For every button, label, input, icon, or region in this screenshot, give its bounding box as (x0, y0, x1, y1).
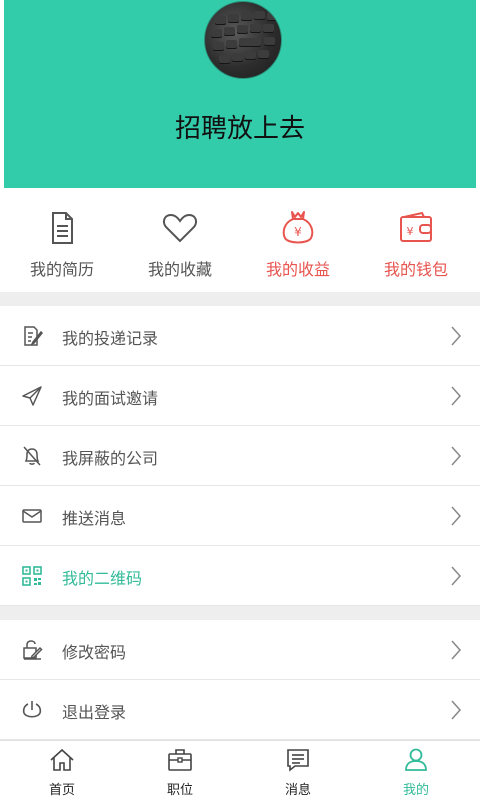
tab-me[interactable]: 我的 (356, 747, 476, 800)
bottom-tab-bar: 首页 职位 消息 我的 (0, 740, 480, 800)
tab-jobs[interactable]: 职位 (120, 747, 240, 800)
money-bag-icon: ¥ (282, 211, 314, 244)
menu-label: 退出登录 (62, 703, 127, 722)
chevron-right-icon (451, 566, 462, 586)
avatar[interactable] (204, 1, 282, 79)
section-divider (0, 292, 480, 306)
message-icon (287, 749, 309, 772)
chevron-right-icon (451, 506, 462, 526)
tab-home[interactable]: 首页 (2, 747, 122, 800)
menu-label: 推送消息 (62, 509, 127, 528)
chevron-right-icon (451, 326, 462, 346)
menu-label: 我屏蔽的公司 (62, 449, 159, 468)
home-icon (50, 748, 74, 771)
bell-off-icon (23, 446, 41, 466)
tab-label: 消息 (284, 783, 311, 798)
mail-icon (22, 509, 42, 523)
wallet-icon: ¥ (400, 211, 432, 242)
menu-qr-code[interactable]: 我的二维码 (0, 546, 480, 606)
edit-lock-icon (23, 640, 43, 660)
menu-logout[interactable]: 退出登录 (0, 680, 480, 740)
send-icon (22, 386, 42, 406)
user-icon (405, 748, 427, 771)
qr-code-icon (22, 566, 42, 586)
menu-interviews[interactable]: 我的面试邀请 (0, 366, 480, 426)
document-icon (52, 212, 73, 244)
menu-push-messages[interactable]: 推送消息 (0, 486, 480, 546)
quick-resume[interactable]: 我的简历 (2, 208, 122, 288)
briefcase-icon (168, 749, 192, 771)
svg-text:¥: ¥ (294, 225, 302, 239)
chevron-right-icon (451, 640, 462, 660)
power-icon (22, 701, 42, 718)
chevron-right-icon (451, 446, 462, 466)
quick-wallet[interactable]: ¥ 我的钱包 (356, 208, 476, 288)
edit-document-icon (24, 326, 43, 346)
tab-label: 职位 (166, 783, 193, 798)
quick-label: 我的简历 (29, 260, 94, 279)
tab-label: 我的 (402, 783, 429, 798)
menu-label: 我的二维码 (62, 569, 143, 588)
heart-icon (162, 213, 198, 243)
menu-label: 我的投递记录 (62, 329, 159, 348)
quick-label: 我的收益 (265, 260, 330, 279)
menu-blocked-companies[interactable]: 我屏蔽的公司 (0, 426, 480, 486)
menu-applications[interactable]: 我的投递记录 (0, 306, 480, 366)
quick-earnings[interactable]: ¥ 我的收益 (238, 208, 358, 288)
quick-label: 我的收藏 (147, 260, 212, 279)
menu-label: 修改密码 (62, 643, 127, 662)
quick-label: 我的钱包 (383, 260, 448, 279)
section-divider (0, 606, 480, 620)
app-title: 招聘放上去 (174, 114, 305, 144)
quick-actions: 我的简历 我的收藏 ¥ 我的收益 ¥ 我的钱包 (0, 188, 480, 292)
menu-label: 我的面试邀请 (62, 389, 159, 408)
menu-change-password[interactable]: 修改密码 (0, 620, 480, 680)
quick-favorites[interactable]: 我的收藏 (120, 208, 240, 288)
svg-text:¥: ¥ (407, 225, 414, 238)
chevron-right-icon (451, 386, 462, 406)
profile-header: 招聘放上去 (4, 0, 476, 188)
tab-label: 首页 (48, 783, 75, 798)
tab-messages[interactable]: 消息 (238, 747, 358, 800)
chevron-right-icon (451, 700, 462, 720)
